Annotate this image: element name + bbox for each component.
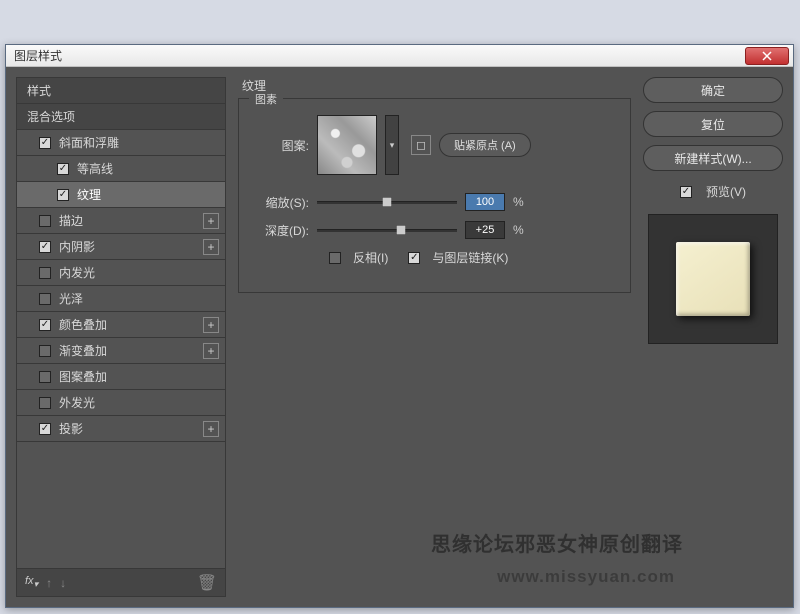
window-title: 图层样式	[14, 47, 62, 64]
layer-style-dialog: 图层样式 样式 混合选项 斜面和浮雕 等高线 纹理	[5, 44, 794, 608]
plus-icon[interactable]: +	[203, 421, 219, 437]
item-drop-shadow[interactable]: 投影 +	[17, 416, 225, 442]
plus-icon[interactable]: +	[203, 317, 219, 333]
item-pattern-overlay[interactable]: 图案叠加	[17, 364, 225, 390]
invert-checkbox[interactable]: 反相(I)	[329, 249, 388, 266]
pattern-thumbnail[interactable]	[317, 115, 377, 175]
depth-label: 深度(D):	[253, 222, 309, 239]
element-fieldset: 图素 图案: ▾ ◻ 贴紧原点 (A) 缩放(S): %	[238, 98, 631, 293]
right-panel: 确定 复位 新建样式(W)... 预览(V)	[643, 77, 783, 597]
trash-icon[interactable]: 🗑	[197, 573, 217, 593]
arrow-up-icon[interactable]: ↑	[46, 576, 52, 590]
item-stroke[interactable]: 描边 +	[17, 208, 225, 234]
plus-icon[interactable]: +	[203, 239, 219, 255]
item-label: 斜面和浮雕	[59, 134, 119, 151]
section-title: 纹理	[238, 77, 631, 94]
new-style-button[interactable]: 新建样式(W)...	[643, 145, 783, 171]
item-label: 描边	[59, 212, 83, 229]
fx-label[interactable]: fx▾	[25, 575, 38, 590]
preview-box	[648, 214, 778, 344]
link-checkbox[interactable]: 与图层链接(K)	[408, 249, 508, 266]
item-inner-shadow[interactable]: 内阴影 +	[17, 234, 225, 260]
dialog-content: 样式 混合选项 斜面和浮雕 等高线 纹理 描边 +	[6, 67, 793, 607]
preview-swatch	[676, 242, 750, 316]
item-gradient-overlay[interactable]: 渐变叠加 +	[17, 338, 225, 364]
depth-slider[interactable]	[317, 222, 457, 238]
pattern-label: 图案:	[253, 137, 309, 154]
slider-track	[317, 229, 457, 232]
texture-panel: 纹理 图素 图案: ▾ ◻ 贴紧原点 (A) 缩放(S):	[238, 77, 631, 597]
checkbox-icon[interactable]	[39, 293, 51, 305]
checkbox-icon[interactable]	[39, 423, 51, 435]
new-preset-icon[interactable]: ◻	[411, 135, 431, 155]
scale-input[interactable]	[465, 193, 505, 211]
style-header[interactable]: 样式	[17, 78, 225, 104]
style-list-panel: 样式 混合选项 斜面和浮雕 等高线 纹理 描边 +	[16, 77, 226, 597]
depth-input[interactable]	[465, 221, 505, 239]
checkbox-icon[interactable]	[39, 319, 51, 331]
item-label: 渐变叠加	[59, 342, 107, 359]
preview-checkbox[interactable]: 预览(V)	[643, 183, 783, 200]
item-contour[interactable]: 等高线	[17, 156, 225, 182]
checkbox-icon[interactable]	[39, 267, 51, 279]
item-bevel[interactable]: 斜面和浮雕	[17, 130, 225, 156]
item-label: 纹理	[77, 186, 101, 203]
item-label: 投影	[59, 420, 83, 437]
item-texture[interactable]: 纹理	[17, 182, 225, 208]
item-satin[interactable]: 光泽	[17, 286, 225, 312]
snap-origin-button[interactable]: 贴紧原点 (A)	[439, 133, 531, 157]
close-icon	[762, 51, 772, 61]
checkbox-icon	[680, 186, 692, 198]
item-label: 外发光	[59, 394, 95, 411]
ok-button[interactable]: 确定	[643, 77, 783, 103]
checkbox-icon[interactable]	[39, 215, 51, 227]
percent-label: %	[513, 223, 524, 237]
reset-button[interactable]: 复位	[643, 111, 783, 137]
titlebar[interactable]: 图层样式	[6, 45, 793, 67]
item-label: 颜色叠加	[59, 316, 107, 333]
item-label: 图案叠加	[59, 368, 107, 385]
checkbox-icon[interactable]	[39, 137, 51, 149]
percent-label: %	[513, 195, 524, 209]
close-button[interactable]	[745, 47, 789, 65]
invert-label: 反相(I)	[353, 249, 388, 266]
plus-icon[interactable]: +	[203, 213, 219, 229]
blend-options[interactable]: 混合选项	[17, 104, 225, 130]
item-label: 内阴影	[59, 238, 95, 255]
checkbox-icon[interactable]	[57, 189, 69, 201]
checkbox-icon[interactable]	[39, 241, 51, 253]
scale-label: 缩放(S):	[253, 194, 309, 211]
fieldset-legend: 图素	[249, 91, 283, 107]
plus-icon[interactable]: +	[203, 343, 219, 359]
watermark-url: www.missyuan.com	[497, 567, 675, 587]
item-label: 光泽	[59, 290, 83, 307]
style-list: 样式 混合选项 斜面和浮雕 等高线 纹理 描边 +	[16, 77, 226, 569]
checkbox-icon[interactable]	[39, 371, 51, 383]
pattern-dropdown-button[interactable]: ▾	[385, 115, 399, 175]
item-outer-glow[interactable]: 外发光	[17, 390, 225, 416]
style-bottom-bar: fx▾ ↑ ↓ 🗑	[16, 569, 226, 597]
scale-slider[interactable]	[317, 194, 457, 210]
checkbox-icon[interactable]	[57, 163, 69, 175]
item-color-overlay[interactable]: 颜色叠加 +	[17, 312, 225, 338]
checkbox-icon[interactable]	[39, 397, 51, 409]
checkbox-icon	[329, 252, 341, 264]
link-label: 与图层链接(K)	[432, 249, 508, 266]
checkbox-icon	[408, 252, 420, 264]
item-label: 内发光	[59, 264, 95, 281]
item-label: 等高线	[77, 160, 113, 177]
watermark-text: 思缘论坛邪恶女神原创翻译	[431, 528, 683, 557]
item-inner-glow[interactable]: 内发光	[17, 260, 225, 286]
checkbox-icon[interactable]	[39, 345, 51, 357]
preview-label: 预览(V)	[706, 183, 746, 200]
arrow-down-icon[interactable]: ↓	[60, 576, 66, 590]
